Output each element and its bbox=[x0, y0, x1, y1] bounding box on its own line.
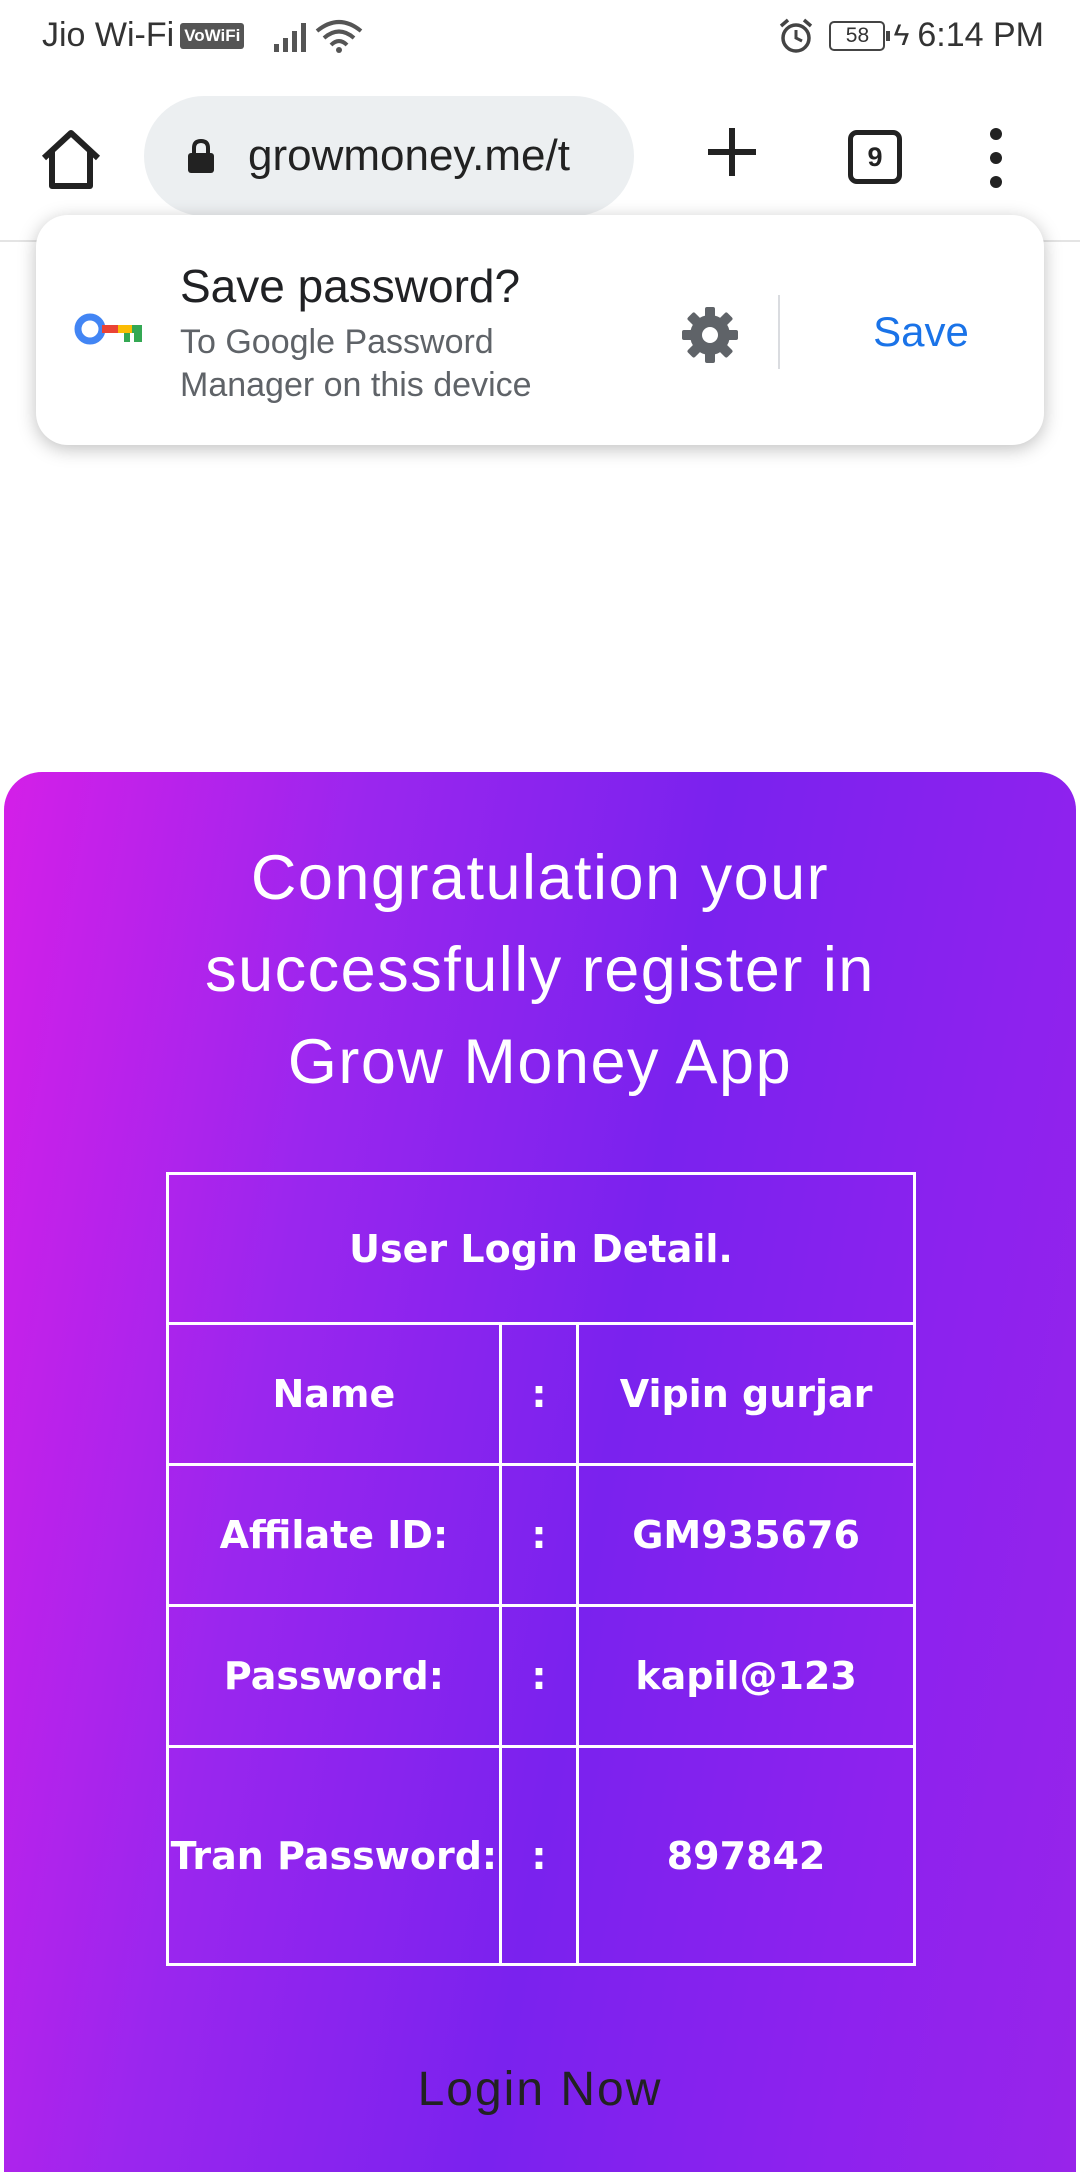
tab-switcher-button[interactable]: 9 bbox=[848, 130, 902, 184]
row-value: Vipin gurjar bbox=[576, 1322, 916, 1466]
registration-card: Congratulation your successfully registe… bbox=[4, 772, 1076, 2172]
table-header-row: User Login Detail. bbox=[166, 1172, 916, 1325]
row-separator: : bbox=[498, 1463, 580, 1607]
row-value: 897842 bbox=[576, 1745, 916, 1966]
charging-icon: ϟ bbox=[893, 18, 910, 52]
row-label: Name bbox=[166, 1322, 502, 1466]
battery-indicator: 58 bbox=[829, 20, 891, 51]
alarm-icon bbox=[780, 18, 813, 53]
table-row: Tran Password: : 897842 bbox=[166, 1745, 916, 1966]
save-button[interactable]: Save bbox=[826, 295, 1016, 369]
popup-subtitle: To Google Password Manager on this devic… bbox=[180, 323, 532, 404]
row-value: kapil@123 bbox=[576, 1604, 916, 1748]
login-detail-table: User Login Detail. Name : Vipin gurjar A… bbox=[166, 1172, 916, 1966]
status-right: 58 ϟ 6:14 PM bbox=[777, 16, 1044, 55]
row-value: GM935676 bbox=[576, 1463, 916, 1607]
table-row: Password: : kapil@123 bbox=[166, 1604, 916, 1748]
table-header: User Login Detail. bbox=[166, 1172, 916, 1325]
home-icon[interactable] bbox=[36, 124, 106, 194]
carrier-label: Jio Wi-Fi bbox=[42, 16, 175, 54]
congratulation-heading: Congratulation your successfully registe… bbox=[205, 843, 875, 1097]
row-separator: : bbox=[498, 1604, 580, 1748]
more-vert-icon[interactable] bbox=[980, 122, 1012, 194]
wifi-icon bbox=[316, 19, 363, 53]
url-text: growmoney.me/t bbox=[248, 131, 570, 180]
status-left: Jio Wi-Fi VoWiFi bbox=[42, 16, 364, 55]
save-password-popup: Save password? To Google Password Manage… bbox=[36, 215, 1044, 445]
lock-icon bbox=[188, 138, 214, 173]
popup-divider bbox=[778, 295, 780, 369]
table-row: Name : Vipin gurjar bbox=[166, 1322, 916, 1466]
login-now-link[interactable]: Login Now bbox=[4, 2062, 1076, 2117]
row-separator: : bbox=[498, 1745, 580, 1966]
table-row: Affilate ID: : GM935676 bbox=[166, 1463, 916, 1607]
row-label: Tran Password: bbox=[166, 1745, 502, 1966]
row-label: Affilate ID: bbox=[166, 1463, 502, 1607]
clock: 6:14 PM bbox=[917, 16, 1044, 54]
gear-icon[interactable] bbox=[678, 303, 742, 367]
popup-title: Save password? bbox=[180, 260, 521, 312]
vowifi-badge: VoWiFi bbox=[180, 22, 245, 49]
row-label: Password: bbox=[166, 1604, 502, 1748]
status-bar: Jio Wi-Fi VoWiFi 58 ϟ 6:14 PM bbox=[0, 0, 1080, 72]
plus-icon[interactable] bbox=[700, 120, 764, 184]
tab-count: 9 bbox=[867, 141, 883, 172]
row-separator: : bbox=[498, 1322, 580, 1466]
signal-icon bbox=[274, 22, 307, 52]
key-icon bbox=[74, 313, 142, 345]
address-bar[interactable]: growmoney.me/t bbox=[144, 96, 634, 216]
